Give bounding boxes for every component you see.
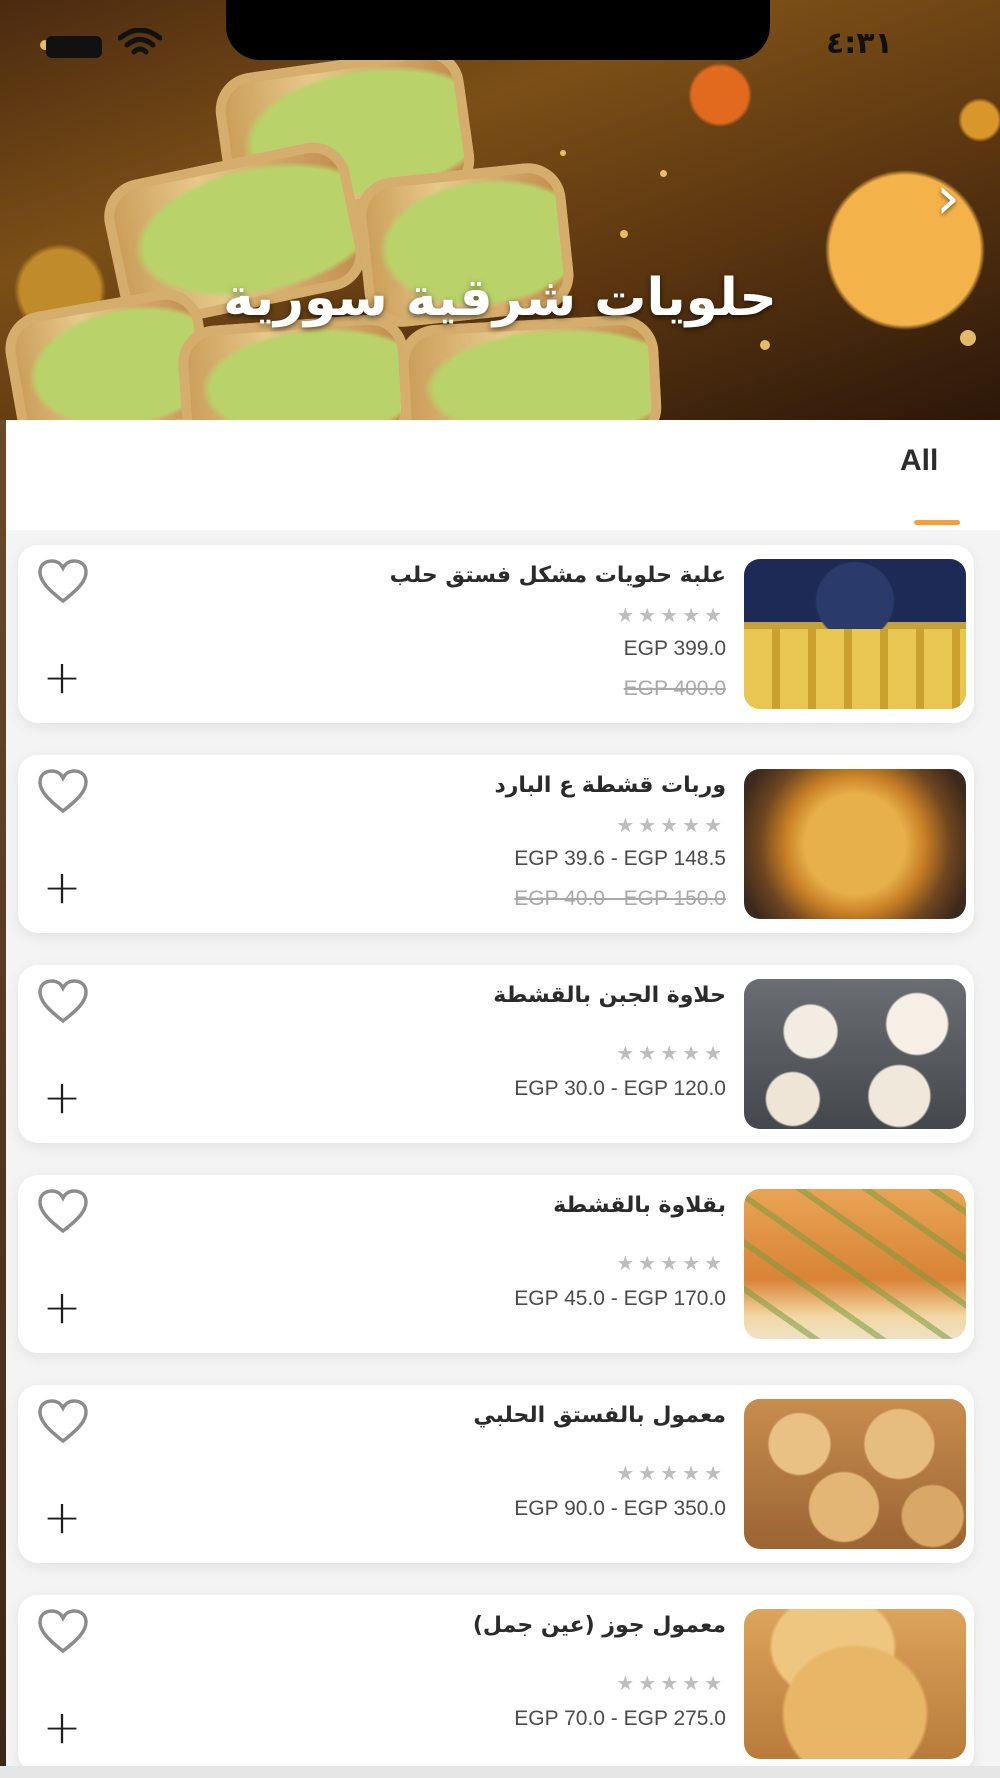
active-tab-indicator: [914, 520, 960, 525]
product-name[interactable]: علبة حلويات مشكل فستق حلب: [166, 563, 726, 588]
product-name[interactable]: حلاوة الجبن بالقشطة: [166, 983, 726, 1008]
product-name[interactable]: بقلاوة بالقشطة: [166, 1193, 726, 1218]
sparkle: [960, 330, 976, 346]
battery-icon: [46, 36, 102, 58]
product-price: EGP 90.0 - EGP 350.0: [514, 1497, 726, 1520]
rating-stars: ★★★★★: [616, 813, 726, 837]
product-card[interactable]: معمول بالفستق الحلبي ★★★★★ EGP 90.0 - EG…: [18, 1385, 974, 1563]
product-image[interactable]: [744, 1399, 966, 1549]
heart-outline-icon[interactable]: [36, 1397, 90, 1445]
sparkle: [620, 230, 628, 238]
rating-stars: ★★★★★: [616, 603, 726, 627]
product-card[interactable]: بقلاوة بالقشطة ★★★★★ EGP 45.0 - EGP 170.…: [18, 1175, 974, 1353]
product-image[interactable]: [744, 1609, 966, 1759]
product-image[interactable]: [744, 559, 966, 709]
product-price: EGP 39.6 - EGP 148.5: [514, 847, 726, 870]
product-old-price: EGP 400.0: [623, 677, 726, 700]
add-to-cart-icon[interactable]: +: [40, 1074, 84, 1120]
product-image[interactable]: [744, 979, 966, 1129]
add-to-cart-icon[interactable]: +: [40, 1284, 84, 1330]
product-price: EGP 399.0: [623, 637, 726, 660]
status-time: ٤:٣١: [826, 26, 893, 61]
product-price: EGP 70.0 - EGP 275.0: [514, 1707, 726, 1730]
heart-outline-icon[interactable]: [36, 557, 90, 605]
app-screen: حلويات شرقية سورية › ٤:٣١ All علبة حلويا…: [0, 0, 1000, 1778]
add-to-cart-icon[interactable]: +: [40, 864, 84, 910]
sparkle: [660, 170, 667, 177]
edge-strip: [0, 420, 6, 1778]
product-name[interactable]: معمول بالفستق الحلبي: [166, 1403, 726, 1428]
heart-outline-icon[interactable]: [36, 977, 90, 1025]
product-card[interactable]: وربات قشطة ع البارد ★★★★★ EGP 39.6 - EGP…: [18, 755, 974, 933]
wifi-icon: [118, 28, 162, 55]
category-hero-banner: حلويات شرقية سورية ›: [0, 0, 1000, 420]
bottom-edge: [0, 1766, 1000, 1778]
pastry-image: [396, 313, 664, 420]
product-card[interactable]: حلاوة الجبن بالقشطة ★★★★★ EGP 30.0 - EGP…: [18, 965, 974, 1143]
sparkle: [760, 340, 770, 350]
product-name[interactable]: معمول جوز (عين جمل): [166, 1613, 726, 1638]
device-notch: [226, 0, 770, 60]
rating-stars: ★★★★★: [616, 1251, 726, 1275]
product-price: EGP 30.0 - EGP 120.0: [514, 1077, 726, 1100]
add-to-cart-icon[interactable]: +: [40, 1704, 84, 1750]
product-old-price: EGP 40.0 - EGP 150.0: [514, 887, 726, 910]
rating-stars: ★★★★★: [616, 1461, 726, 1485]
heart-outline-icon[interactable]: [36, 767, 90, 815]
category-title: حلويات شرقية سورية: [223, 268, 777, 328]
add-to-cart-icon[interactable]: +: [40, 1494, 84, 1540]
rating-stars: ★★★★★: [616, 1671, 726, 1695]
heart-outline-icon[interactable]: [36, 1607, 90, 1655]
pastry-image: [175, 312, 415, 420]
chevron-right-icon[interactable]: ›: [918, 168, 978, 228]
product-price: EGP 45.0 - EGP 170.0: [514, 1287, 726, 1310]
sparkle: [560, 150, 566, 156]
product-image[interactable]: [744, 769, 966, 919]
product-image[interactable]: [744, 1189, 966, 1339]
product-card[interactable]: علبة حلويات مشكل فستق حلب ★★★★★ EGP 399.…: [18, 545, 974, 723]
product-card[interactable]: معمول جوز (عين جمل) ★★★★★ EGP 70.0 - EGP…: [18, 1595, 974, 1773]
add-to-cart-icon[interactable]: +: [40, 654, 84, 700]
category-tabs: All: [0, 420, 1000, 530]
tab-all[interactable]: All: [900, 444, 938, 478]
product-name[interactable]: وربات قشطة ع البارد: [166, 773, 726, 798]
heart-outline-icon[interactable]: [36, 1187, 90, 1235]
rating-stars: ★★★★★: [616, 1041, 726, 1065]
